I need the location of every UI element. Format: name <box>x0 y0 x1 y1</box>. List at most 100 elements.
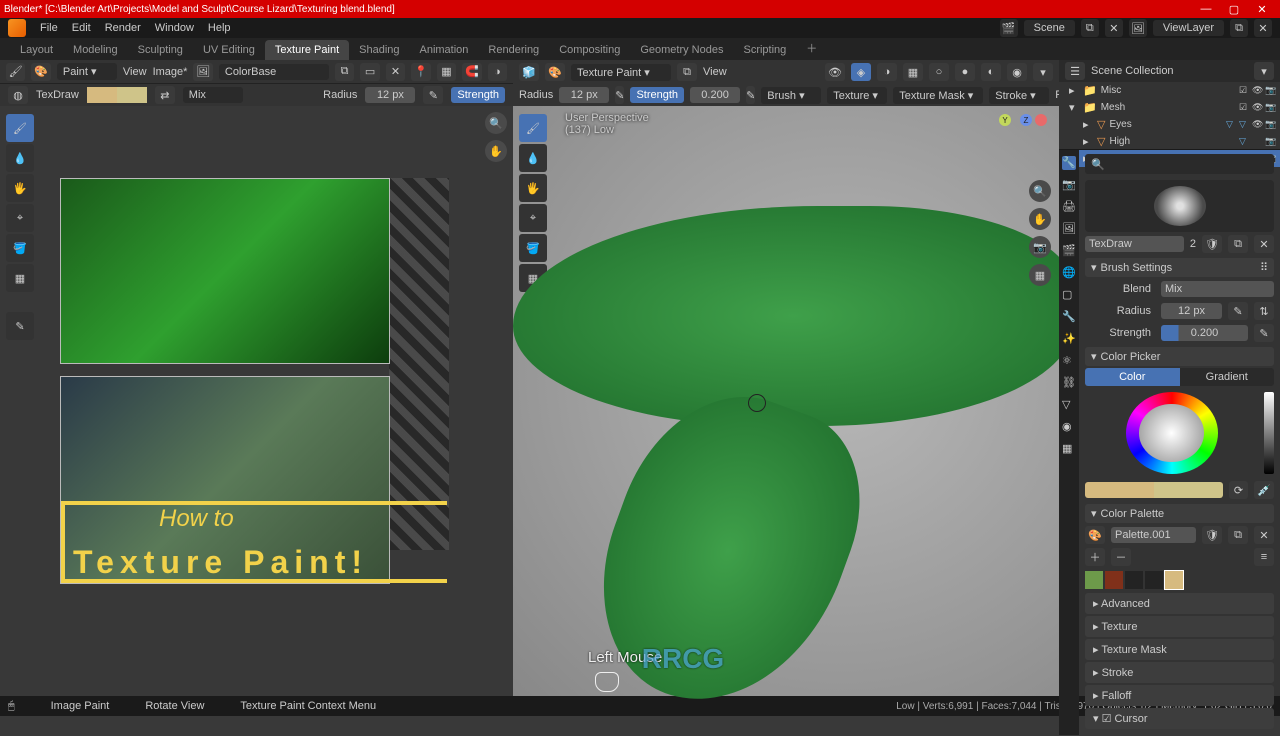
radius-pressure-3d-icon[interactable]: ✎ <box>615 86 624 104</box>
uv-display-icon[interactable]: ▦ <box>437 63 456 81</box>
tab-add[interactable]: ＋ <box>796 36 827 60</box>
menu-render[interactable]: Render <box>105 22 141 34</box>
tool-clone[interactable]: ⌖ <box>6 204 34 232</box>
props-tab-particles[interactable]: ✨ <box>1062 332 1076 346</box>
gizmo-x-axis[interactable] <box>1035 114 1047 126</box>
brush-preview[interactable] <box>1085 180 1274 232</box>
menu-file[interactable]: File <box>40 22 58 34</box>
fake-user-icon[interactable]: 🛡 <box>1202 235 1222 253</box>
toggle-color[interactable]: Color <box>1085 368 1180 386</box>
palette-remove-icon[interactable]: － <box>1111 548 1131 566</box>
tab-texture-paint[interactable]: Texture Paint <box>265 40 349 60</box>
ortho-toggle-icon[interactable]: ▦ <box>1029 264 1051 286</box>
tool-soften[interactable]: 💧 <box>6 144 34 172</box>
section-color-picker[interactable]: Color Picker <box>1101 351 1161 363</box>
settings-menu-icon[interactable]: ⠿ <box>1260 261 1268 274</box>
scene-icon[interactable]: 🎬 <box>1000 19 1018 37</box>
tool-mask[interactable]: ▦ <box>6 264 34 292</box>
strength-value-3d[interactable]: 0.200 <box>690 87 740 103</box>
viewlayer-delete-icon[interactable]: ✕ <box>1254 19 1272 37</box>
shading-render-icon[interactable]: ◉ <box>1007 63 1027 81</box>
palette-color-1[interactable] <box>1105 571 1123 589</box>
minimize-button[interactable]: — <box>1192 1 1220 17</box>
proportional-icon[interactable]: ◑ <box>488 63 507 81</box>
maximize-button[interactable]: ▢ <box>1220 1 1248 17</box>
gizmo-toggle[interactable]: ◈ <box>851 63 871 81</box>
section-cursor[interactable]: ▾ ☑ Cursor <box>1085 708 1274 729</box>
tab-shading[interactable]: Shading <box>349 40 409 60</box>
props-tab-object[interactable]: ▢ <box>1062 288 1076 302</box>
tab-scripting[interactable]: Scripting <box>733 40 796 60</box>
zoom-icon[interactable]: 🔍 <box>485 112 507 134</box>
overlay-toggle[interactable]: ◑ <box>877 63 897 81</box>
chevron-down-icon[interactable]: ▾ <box>1091 507 1097 520</box>
shading-matprev-icon[interactable]: ◐ <box>981 63 1001 81</box>
blend-dropdown[interactable]: Mix <box>1161 281 1274 297</box>
texture-mask-menu[interactable]: Texture Mask ▾ <box>893 87 983 104</box>
eyedropper-icon[interactable]: 💉 <box>1254 481 1274 499</box>
brush-preset-icon[interactable]: ◍ <box>8 86 28 104</box>
tab-compositing[interactable]: Compositing <box>549 40 630 60</box>
props-tab-texture[interactable]: ▦ <box>1062 442 1076 456</box>
shading-options-icon[interactable]: ▾ <box>1033 63 1053 81</box>
snap-icon[interactable]: 🧲 <box>462 63 481 81</box>
brush-id-field[interactable]: TexDraw <box>1085 236 1184 252</box>
radius-value-left[interactable]: 12 px <box>365 87 415 103</box>
image-slot-dropdown[interactable]: ColorBase <box>219 64 329 80</box>
mode-icon[interactable]: 🎨 <box>545 63 565 81</box>
toggle-gradient[interactable]: Gradient <box>1180 368 1275 386</box>
chevron-down-icon[interactable]: ▾ <box>1091 350 1097 363</box>
tab-animation[interactable]: Animation <box>410 40 479 60</box>
tab-modeling[interactable]: Modeling <box>63 40 128 60</box>
section-color-palette[interactable]: Color Palette <box>1101 508 1165 520</box>
brush-unlink-icon[interactable]: ✕ <box>1254 235 1274 253</box>
tab-sculpting[interactable]: Sculpting <box>128 40 193 60</box>
tab-layout[interactable]: Layout <box>10 40 63 60</box>
props-tab-material[interactable]: ◉ <box>1062 420 1076 434</box>
pan-icon[interactable]: ✋ <box>485 140 507 162</box>
shading-solid-icon[interactable]: ● <box>955 63 975 81</box>
xray-toggle[interactable]: ▦ <box>903 63 923 81</box>
palette-color-3[interactable] <box>1145 571 1163 589</box>
chevron-down-icon[interactable]: ▾ <box>1091 261 1097 274</box>
radius-pressure-icon[interactable]: ✎ <box>423 86 443 104</box>
brush-menu[interactable]: Brush ▾ <box>761 87 821 104</box>
paint-mode-icon[interactable]: 🎨 <box>31 63 50 81</box>
paint-mode-dropdown[interactable]: Paint ▾ <box>57 63 117 80</box>
editor-type-3d-icon[interactable]: 🧊 <box>519 63 539 81</box>
props-tab-output[interactable]: 🖨 <box>1062 200 1076 214</box>
outliner-item-misc[interactable]: Misc <box>1101 85 1235 96</box>
brush-new-icon[interactable]: ⧉ <box>1228 235 1248 253</box>
tool3d-draw[interactable]: 🖌 <box>519 114 547 142</box>
radius-pressure-props[interactable]: ✎ <box>1228 302 1248 320</box>
palette-new-icon[interactable]: ⧉ <box>1228 526 1248 544</box>
menu-window[interactable]: Window <box>155 22 194 34</box>
gizmo-y-axis[interactable]: Y <box>999 114 1011 126</box>
strength-pressure-3d-icon[interactable]: ✎ <box>746 86 755 104</box>
props-tab-constraints[interactable]: ⛓ <box>1062 376 1076 390</box>
color-swatch-left[interactable] <box>87 87 147 103</box>
zoom-view-icon[interactable]: 🔍 <box>1029 180 1051 202</box>
overlays-visibility-icon[interactable]: 👁 <box>825 63 845 81</box>
props-tab-scene[interactable]: 🎬 <box>1062 244 1076 258</box>
tab-geometry-nodes[interactable]: Geometry Nodes <box>630 40 733 60</box>
radius-value-props[interactable]: 12 px <box>1161 303 1222 319</box>
section-brush-settings[interactable]: Brush Settings <box>1101 262 1173 274</box>
palette-name[interactable]: Palette.001 <box>1111 527 1196 543</box>
editor-type-dropdown[interactable]: 🖌 <box>6 63 25 81</box>
palette-browse-icon[interactable]: 🎨 <box>1085 526 1105 544</box>
swap-colors-props-icon[interactable]: ⟳ <box>1229 481 1249 499</box>
outliner-item-eyes[interactable]: Eyes <box>1109 119 1222 130</box>
section-advanced[interactable]: ▸ Advanced <box>1085 593 1274 614</box>
tab-uv-editing[interactable]: UV Editing <box>193 40 265 60</box>
viewlayer-name[interactable]: ViewLayer <box>1153 20 1224 36</box>
outliner-filter-icon[interactable]: ▾ <box>1254 62 1274 80</box>
brush-name[interactable]: TexDraw <box>36 89 79 101</box>
swap-colors-icon[interactable]: ⇄ <box>155 86 175 104</box>
palette-add-icon[interactable]: ＋ <box>1085 548 1105 566</box>
scene-new-icon[interactable]: ⧉ <box>1081 19 1099 37</box>
tool-smear[interactable]: 🖐 <box>6 174 34 202</box>
section-texture[interactable]: ▸ Texture <box>1085 616 1274 637</box>
props-tab-render[interactable]: 📷 <box>1062 178 1076 192</box>
menu-edit[interactable]: Edit <box>72 22 91 34</box>
